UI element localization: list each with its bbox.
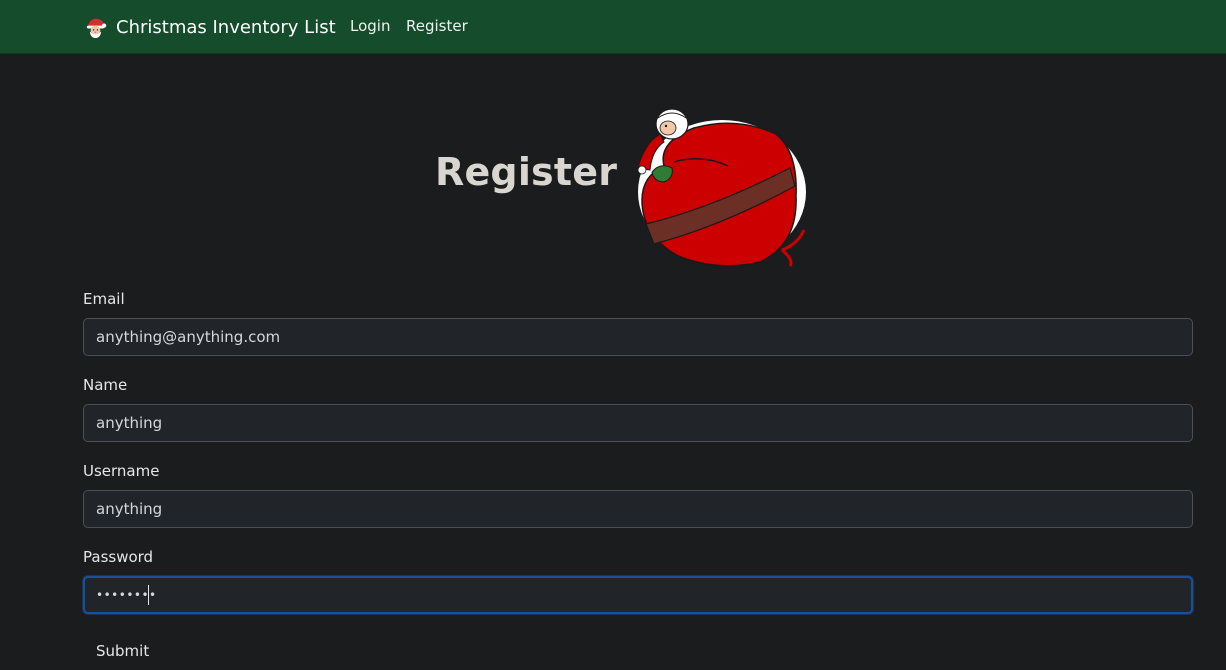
name-field[interactable] — [83, 404, 1193, 442]
santa-sack-illustration — [637, 108, 806, 267]
santa-face-icon — [86, 18, 107, 38]
username-label: Username — [83, 462, 160, 480]
email-label: Email — [83, 290, 125, 308]
name-label: Name — [83, 376, 128, 394]
brand-title: Christmas Inventory List — [116, 16, 336, 38]
top-navbar: Christmas Inventory List Login Register — [0, 0, 1226, 54]
nav-login-link[interactable]: Login — [350, 17, 390, 35]
email-field[interactable] — [83, 318, 1193, 356]
brand-link[interactable]: Christmas Inventory List — [84, 13, 336, 41]
password-label: Password — [83, 548, 154, 566]
submit-button[interactable]: Submit — [83, 632, 163, 670]
text-cursor — [148, 585, 149, 605]
password-field[interactable] — [83, 576, 1193, 614]
page-title: Register — [435, 150, 618, 194]
username-field[interactable] — [83, 490, 1193, 528]
nav-register-link[interactable]: Register — [406, 17, 468, 35]
